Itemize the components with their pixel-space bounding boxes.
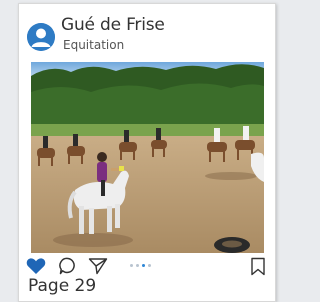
- carousel-dot-active[interactable]: [142, 264, 145, 267]
- carousel-dot[interactable]: [136, 264, 139, 267]
- post-photo[interactable]: [31, 62, 264, 253]
- page-number-label: Page 29: [28, 276, 97, 296]
- post-category: Equitation: [63, 38, 125, 52]
- user-avatar-icon[interactable]: [27, 23, 55, 51]
- carousel-dot[interactable]: [130, 264, 133, 267]
- post-card: Gué de Frise Equitation Page 29: [18, 3, 276, 302]
- post-header: Gué de Frise Equitation: [19, 4, 275, 60]
- author-name[interactable]: Gué de Frise: [61, 15, 165, 35]
- carousel-dot[interactable]: [148, 264, 151, 267]
- bookmark-icon[interactable]: [250, 257, 266, 280]
